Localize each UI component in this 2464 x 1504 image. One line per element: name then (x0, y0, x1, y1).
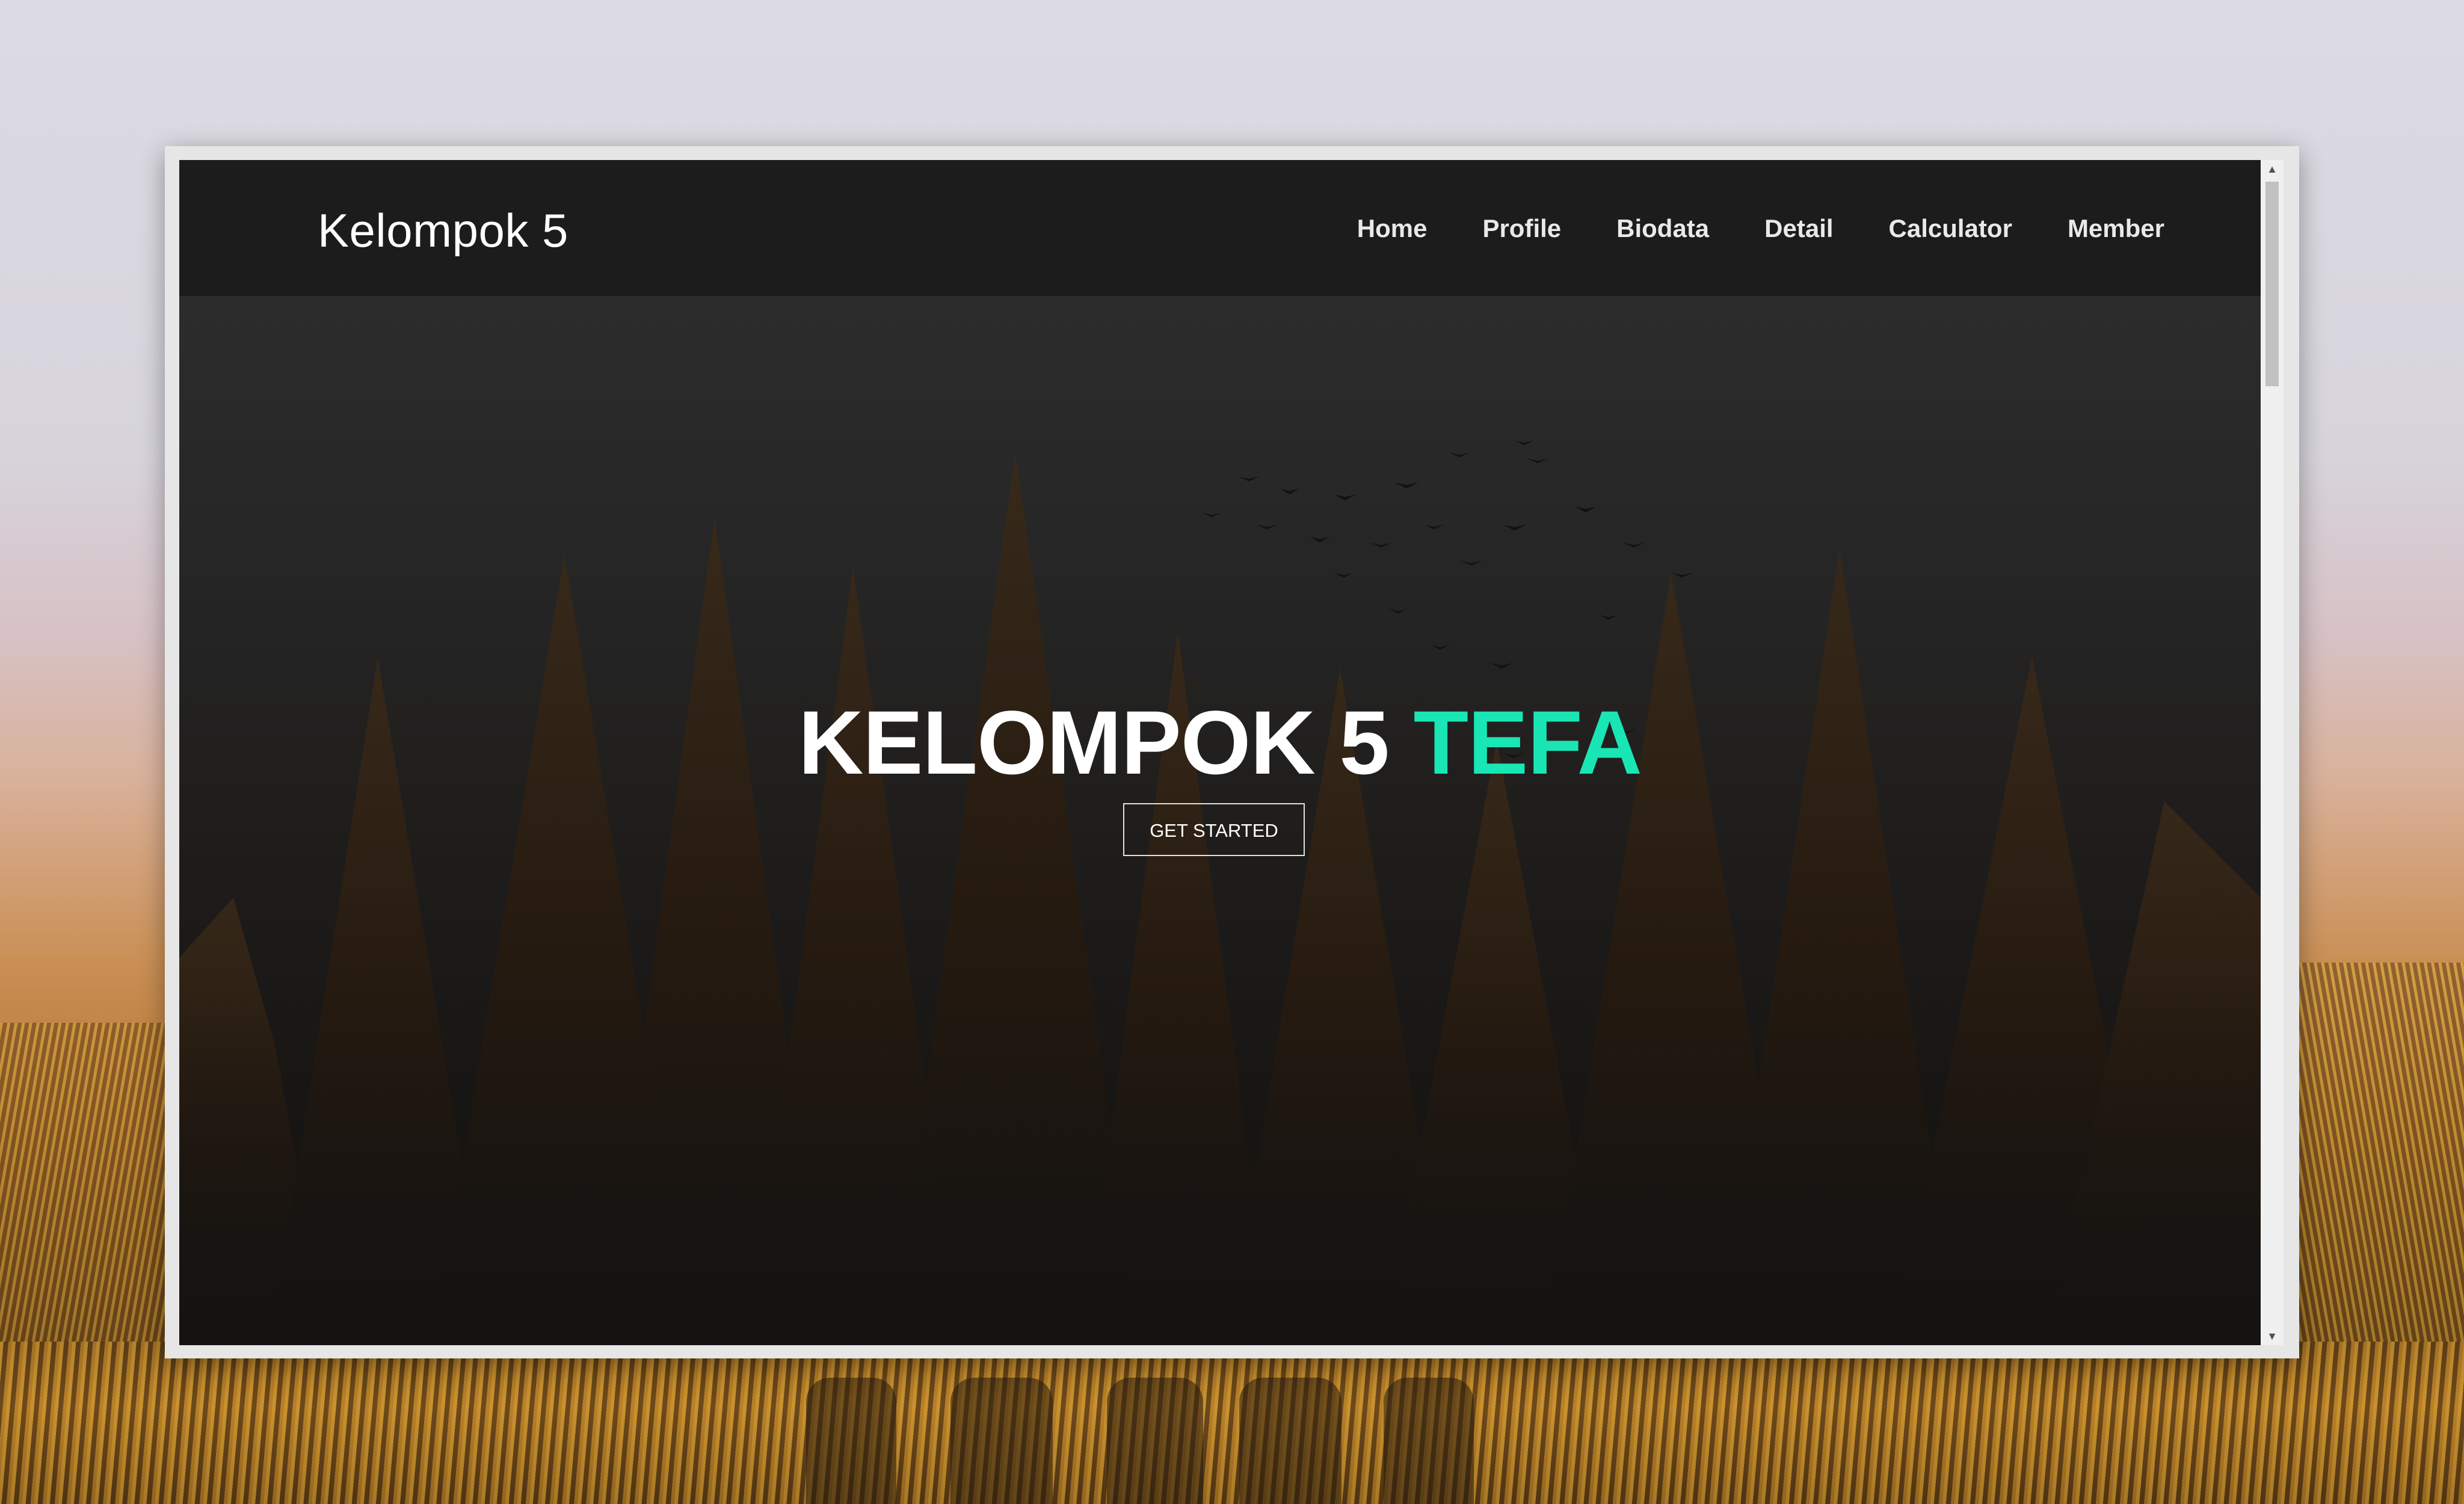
browser-window: Kelompok 5 Home Profile Biodata Detail C… (165, 146, 2299, 1358)
scrollbar-thumb[interactable] (2265, 182, 2279, 386)
nav-link-calculator[interactable]: Calculator (1889, 214, 2012, 243)
background-grass-bottom (0, 1342, 2464, 1504)
background-figure (1239, 1378, 1341, 1504)
page-viewport: Kelompok 5 Home Profile Biodata Detail C… (179, 160, 2261, 1345)
nav-link-biodata[interactable]: Biodata (1616, 214, 1709, 243)
hero-title: KELOMPOK 5 TEFA (179, 691, 2261, 795)
background-figure (1107, 1378, 1203, 1504)
hero-title-accent: TEFA (1413, 691, 1642, 793)
brand-logo[interactable]: Kelompok 5 (318, 203, 568, 258)
hero-title-main: KELOMPOK 5 (798, 691, 1390, 793)
nav-link-home[interactable]: Home (1357, 214, 1428, 243)
nav-link-profile[interactable]: Profile (1482, 214, 1561, 243)
get-started-button[interactable]: GET STARTED (1123, 803, 1305, 856)
scroll-down-arrow-icon[interactable]: ▼ (2261, 1327, 2284, 1345)
nav-menu: Home Profile Biodata Detail Calculator M… (1302, 214, 2164, 243)
nav-link-member[interactable]: Member (2068, 214, 2164, 243)
background-figure (950, 1378, 1053, 1504)
scroll-up-arrow-icon[interactable]: ▲ (2261, 160, 2284, 178)
nav-link-detail[interactable]: Detail (1764, 214, 1833, 243)
background-figure (1384, 1378, 1474, 1504)
background-figure (806, 1378, 896, 1504)
vertical-scrollbar[interactable]: ▲ ▼ (2261, 160, 2284, 1345)
navbar: Kelompok 5 Home Profile Biodata Detail C… (179, 160, 2261, 296)
hero-section: KELOMPOK 5 TEFA GET STARTED (179, 296, 2261, 1345)
